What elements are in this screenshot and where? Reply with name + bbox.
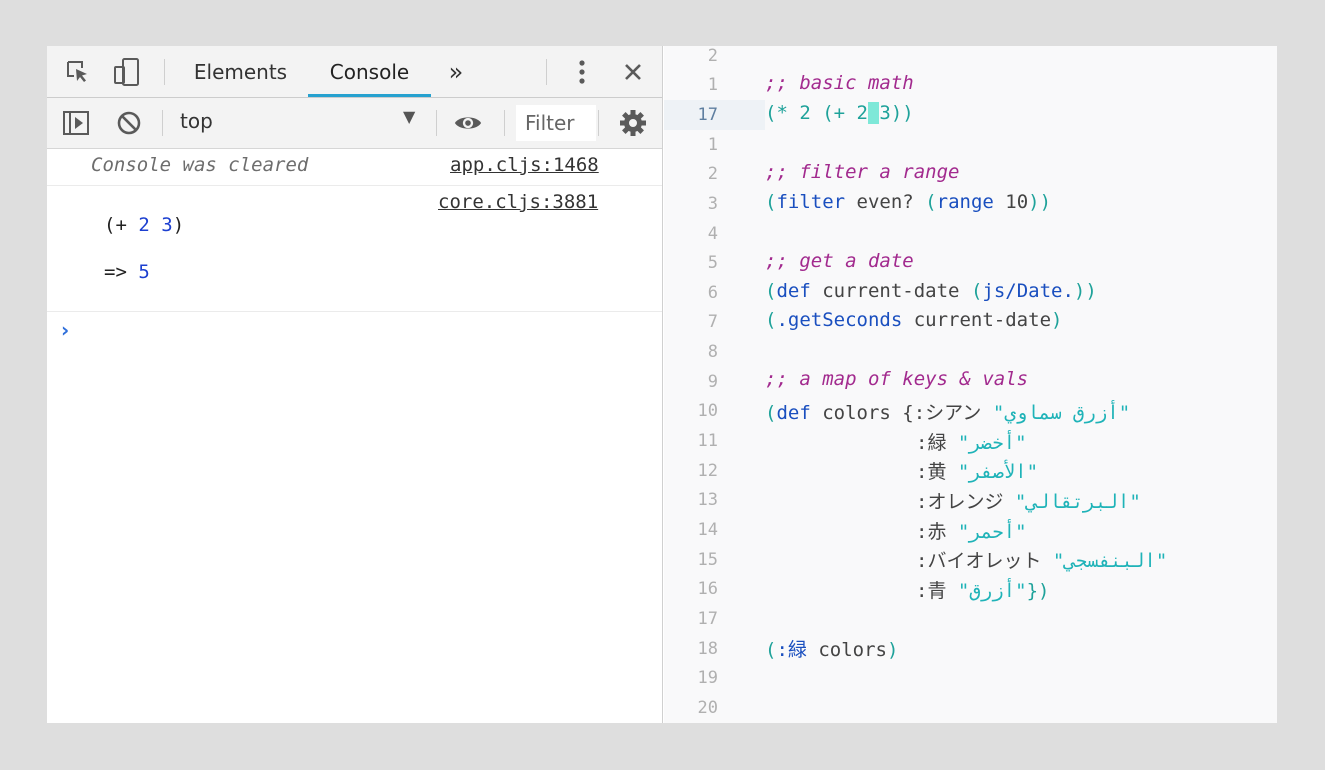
line-number: 16 bbox=[697, 579, 718, 599]
close-icon[interactable] bbox=[618, 58, 648, 86]
toolbar-divider bbox=[436, 110, 437, 136]
code-comment: ;; get a date bbox=[765, 250, 914, 272]
context-select[interactable]: top bbox=[180, 109, 213, 133]
code-line: (filter even? (range 10)) bbox=[765, 191, 1052, 213]
app-frame: Elements Console » top ▼ Filter Console … bbox=[47, 46, 1277, 723]
code-line: :バイオレット "البنفسجي" bbox=[916, 550, 1168, 572]
message-divider bbox=[47, 185, 662, 186]
code-editor[interactable]: 2 1 17 1 2 3 4 5 6 7 8 9 10 11 12 13 14 … bbox=[664, 46, 1277, 723]
line-number: 14 bbox=[697, 520, 718, 540]
code-line: :青 "أزرق"}) bbox=[916, 580, 1050, 602]
devtools-tabbar: Elements Console » bbox=[47, 46, 662, 98]
code-line: :緑 "أخضر" bbox=[916, 432, 1027, 454]
console-cleared-message: Console was cleared bbox=[91, 154, 309, 176]
code-comment: ;; a map of keys & vals bbox=[765, 368, 1029, 390]
text-cursor bbox=[867, 102, 880, 124]
code-line: (:緑 colors) bbox=[765, 639, 899, 661]
code-line: :赤 "أحمر" bbox=[916, 521, 1027, 543]
toolbar-divider bbox=[164, 59, 165, 85]
line-number: 6 bbox=[707, 283, 718, 303]
source-link[interactable]: core.cljs:3881 bbox=[438, 191, 598, 213]
code-line: :オレンジ "البرتقالي" bbox=[916, 491, 1141, 513]
more-tabs-button[interactable]: » bbox=[440, 46, 472, 97]
eye-icon[interactable] bbox=[453, 109, 483, 137]
toolbar-divider bbox=[598, 110, 599, 136]
clear-console-icon[interactable] bbox=[114, 109, 144, 137]
code-line: (def colors {:シアン "أزرق سماوي" bbox=[765, 402, 1131, 424]
line-number: 12 bbox=[697, 461, 718, 481]
line-number: 4 bbox=[707, 224, 718, 244]
show-sidebar-icon[interactable] bbox=[61, 109, 91, 137]
line-number: 20 bbox=[697, 698, 718, 718]
line-number: 8 bbox=[707, 342, 718, 362]
code-line: (.getSeconds current-date) bbox=[765, 309, 1063, 331]
toolbar-divider bbox=[162, 110, 163, 136]
devtools-panel: Elements Console » top ▼ Filter Console … bbox=[47, 46, 663, 723]
code-comment: ;; basic math bbox=[765, 72, 914, 94]
line-number: 5 bbox=[707, 253, 718, 273]
line-number: 11 bbox=[697, 431, 718, 451]
line-number: 15 bbox=[697, 550, 718, 570]
code-line: :黄 "الأصفر" bbox=[916, 461, 1039, 483]
line-number: 17 bbox=[697, 609, 718, 629]
code-line: (* 2 (+ 2 3)) bbox=[765, 102, 914, 124]
more-options-icon[interactable] bbox=[567, 58, 597, 86]
line-number: 7 bbox=[707, 312, 718, 332]
active-tab-indicator bbox=[308, 94, 431, 97]
message-divider bbox=[47, 311, 662, 312]
toolbar-divider bbox=[546, 59, 547, 85]
line-number: 1 bbox=[707, 75, 718, 95]
console-output-expression: (+ 2 3) bbox=[104, 214, 185, 236]
filter-input[interactable]: Filter bbox=[516, 105, 596, 141]
inspect-element-icon[interactable] bbox=[63, 58, 93, 86]
code-line: (def current-date (js/Date.)) bbox=[765, 280, 1097, 302]
tab-elements[interactable]: Elements bbox=[187, 46, 294, 97]
console-output-result: => 5 bbox=[104, 261, 150, 283]
line-number: 17 bbox=[697, 105, 718, 125]
tab-console[interactable]: Console bbox=[308, 46, 431, 97]
line-number: 3 bbox=[707, 194, 718, 214]
chevron-down-icon[interactable]: ▼ bbox=[403, 107, 415, 126]
code-comment: ;; filter a range bbox=[765, 161, 960, 183]
line-number: 1 bbox=[707, 135, 718, 155]
source-link[interactable]: app.cljs:1468 bbox=[450, 154, 599, 176]
line-number: 18 bbox=[697, 639, 718, 659]
gear-icon[interactable] bbox=[618, 109, 648, 137]
line-number: 2 bbox=[707, 164, 718, 184]
toolbar-divider bbox=[504, 110, 505, 136]
line-number: 13 bbox=[697, 490, 718, 510]
line-number: 19 bbox=[697, 668, 718, 688]
line-number: 9 bbox=[707, 372, 718, 392]
console-prompt[interactable]: › bbox=[61, 318, 69, 342]
line-number: 10 bbox=[697, 401, 718, 421]
line-number: 2 bbox=[707, 46, 718, 66]
device-toolbar-icon[interactable] bbox=[112, 58, 142, 86]
